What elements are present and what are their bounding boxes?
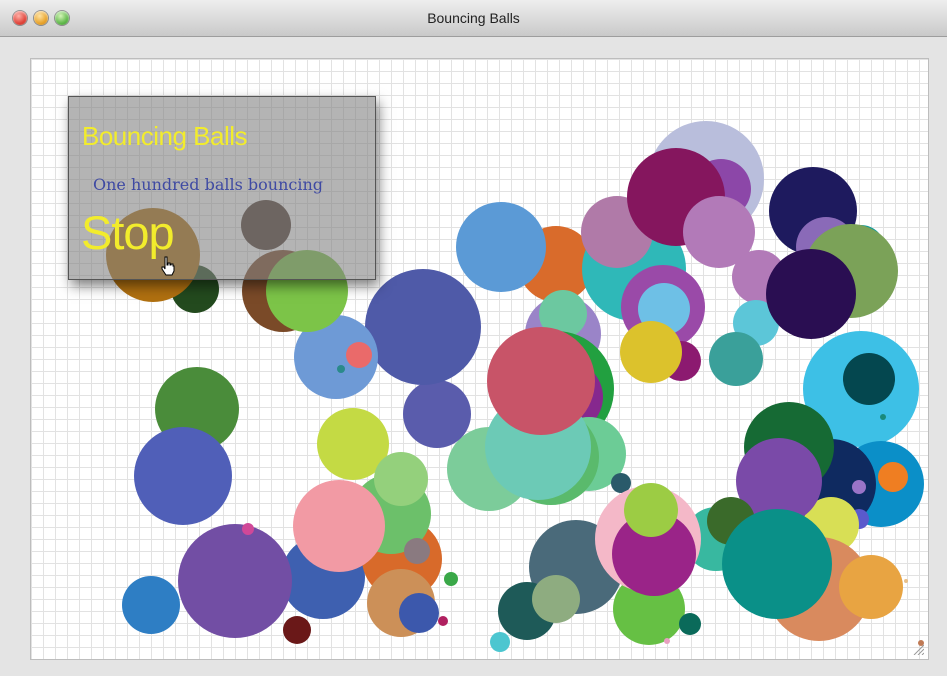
ball — [852, 480, 866, 494]
ball — [843, 353, 895, 405]
ball — [709, 332, 763, 386]
ball — [122, 576, 180, 634]
ball — [487, 327, 595, 435]
ball — [444, 572, 458, 586]
ball — [624, 483, 678, 537]
control-panel: Bouncing Balls One hundred balls bouncin… — [68, 96, 376, 280]
ball — [620, 321, 682, 383]
ball — [404, 538, 430, 564]
title-bar[interactable]: Bouncing Balls — [0, 0, 947, 37]
ball — [679, 613, 701, 635]
ball — [293, 480, 385, 572]
ball — [438, 616, 448, 626]
ball — [134, 427, 232, 525]
ball — [880, 414, 886, 420]
ball — [374, 452, 428, 506]
window-title: Bouncing Balls — [427, 10, 520, 26]
stop-button[interactable]: Stop — [81, 209, 175, 256]
ball — [346, 342, 372, 368]
ball — [403, 380, 471, 448]
ball — [242, 523, 254, 535]
ball — [664, 638, 670, 644]
ball — [904, 579, 908, 583]
ball — [490, 632, 510, 652]
ball — [365, 269, 481, 385]
panel-heading: Bouncing Balls — [82, 121, 248, 151]
ball — [839, 555, 903, 619]
ball — [532, 575, 580, 623]
ball — [283, 616, 311, 644]
hand-pointer-icon — [161, 256, 175, 276]
ball — [766, 249, 856, 339]
panel-subtitle: One hundred balls bouncing — [93, 175, 323, 194]
ball — [399, 593, 439, 633]
ball — [337, 365, 345, 373]
app-window: Bouncing Balls Bouncing Balls One hundre… — [0, 0, 947, 676]
ball — [722, 509, 832, 619]
resize-grip-icon[interactable] — [912, 643, 924, 655]
ball — [456, 202, 546, 292]
ball — [178, 524, 292, 638]
ball — [878, 462, 908, 492]
